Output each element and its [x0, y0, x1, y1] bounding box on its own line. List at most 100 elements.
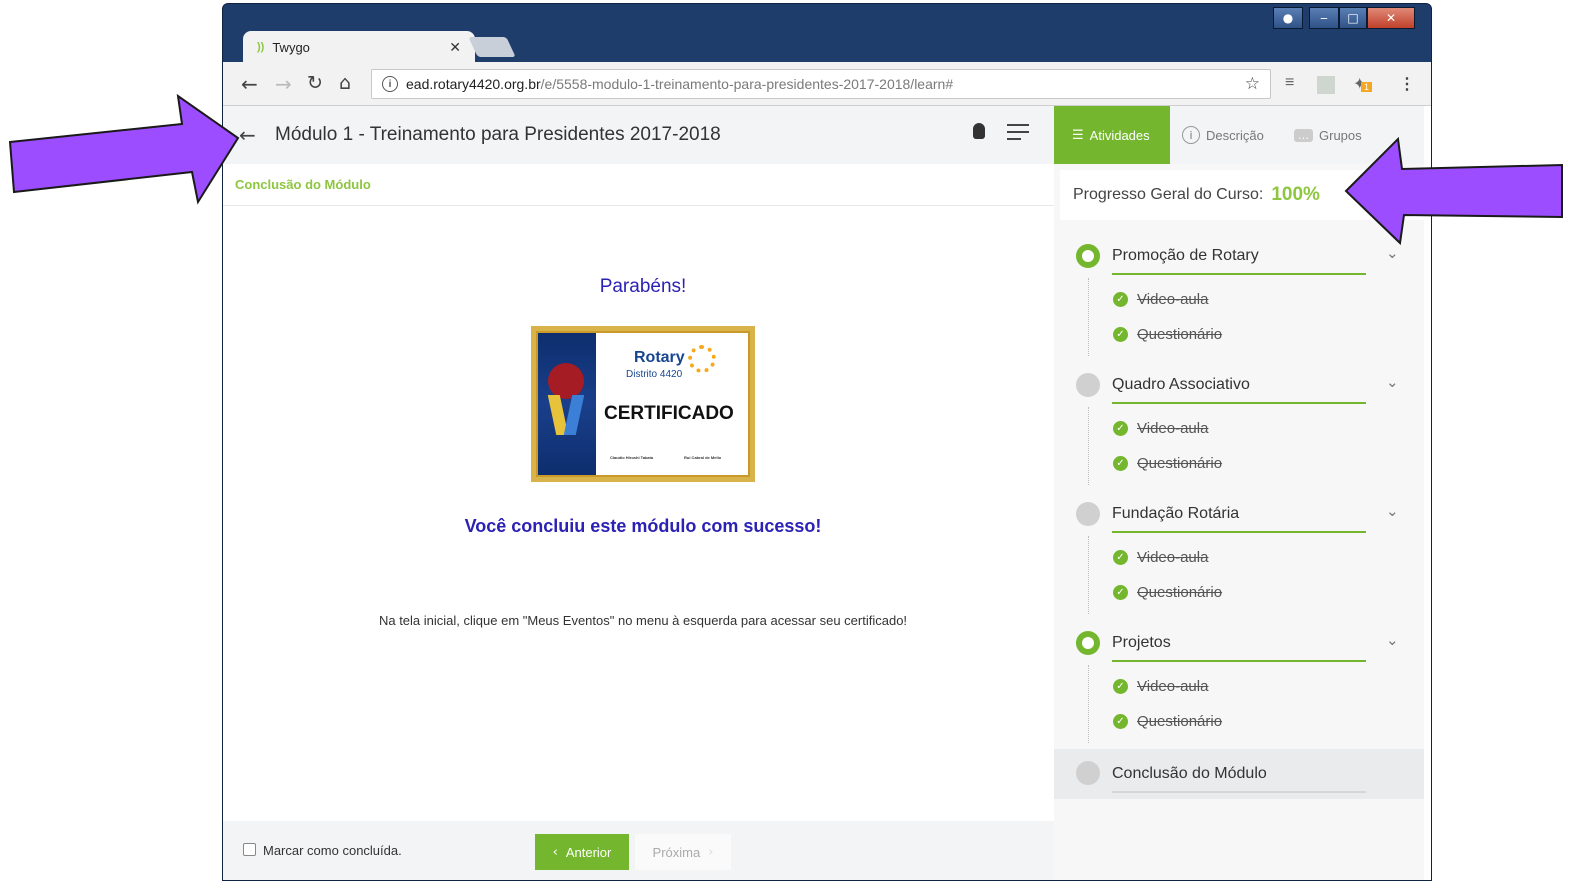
- section-title: Conclusão do Módulo: [1112, 765, 1267, 782]
- extension-db-icon[interactable]: ≡: [1285, 74, 1294, 92]
- check-icon: ✓: [1113, 327, 1128, 342]
- screenshot-stage: ● ‒ □ ✕ )) Twygo ✕ ← → ↻ ⌂ i ead.rotary4…: [0, 0, 1569, 883]
- tab-title: Twygo: [272, 39, 310, 55]
- close-tab-icon[interactable]: ✕: [449, 39, 461, 56]
- next-button[interactable]: Próxima ›: [635, 834, 731, 870]
- chevron-down-icon[interactable]: ⌄: [1386, 631, 1399, 649]
- next-label: Próxima: [652, 844, 701, 860]
- section-divider: [1112, 660, 1366, 662]
- browser-menu-icon[interactable]: ⋮: [1399, 74, 1415, 94]
- page-content: ← Módulo 1 - Treinamento para Presidente…: [223, 106, 1431, 880]
- previous-button[interactable]: ‹ Anterior: [535, 834, 629, 870]
- tab-descricao[interactable]: i Descrição: [1182, 106, 1264, 164]
- playlist-menu-icon[interactable]: [1007, 124, 1029, 145]
- list-item[interactable]: ✓ Questionário: [1089, 575, 1424, 610]
- breadcrumb: Conclusão do Módulo: [223, 164, 1054, 206]
- forward-arrow-icon[interactable]: →: [275, 72, 292, 96]
- sidebar-item-conclusao[interactable]: Conclusão do Módulo: [1054, 749, 1424, 799]
- tab-favicon-icon: )): [257, 41, 265, 53]
- browser-tab[interactable]: )) Twygo ✕: [243, 31, 475, 63]
- extension-box-icon[interactable]: [1317, 76, 1335, 94]
- progress-label: Progresso Geral do Curso:: [1073, 186, 1264, 203]
- reload-icon[interactable]: ↻: [307, 72, 323, 94]
- sidebar-section[interactable]: Quadro Associativo ⌄ ✓ Video-aula ✓ Questi…: [1054, 367, 1424, 485]
- instruction-note: Na tela inicial, clique em "Meus Eventos…: [378, 613, 908, 628]
- section-divider: [1112, 402, 1366, 404]
- list-item[interactable]: ✓ Video-aula: [1089, 282, 1424, 317]
- section-divider: [1112, 273, 1366, 275]
- progress-value: 100%: [1271, 184, 1320, 205]
- lightbulb-icon[interactable]: [973, 123, 985, 139]
- new-tab-button[interactable]: [468, 37, 516, 57]
- window-user-control[interactable]: ●: [1273, 7, 1303, 31]
- section-title[interactable]: Quadro Associativo: [1112, 376, 1250, 394]
- list-item[interactable]: ✓ Questionário: [1089, 704, 1424, 739]
- list-item[interactable]: ✓ Video-aula: [1089, 669, 1424, 704]
- check-icon: ✓: [1113, 679, 1128, 694]
- section-title[interactable]: Promoção de Rotary: [1112, 247, 1259, 265]
- congrats-heading: Parabéns!: [599, 276, 687, 297]
- module-header: ← Módulo 1 - Treinamento para Presidente…: [223, 106, 1054, 164]
- mark-complete-label[interactable]: Marcar como concluída.: [263, 843, 402, 858]
- section-title[interactable]: Projetos: [1112, 634, 1171, 652]
- check-icon: ✓: [1113, 585, 1128, 600]
- chevron-down-icon[interactable]: ⌄: [1386, 373, 1399, 391]
- section-complete-icon: [1076, 631, 1100, 655]
- success-message: Você concluiu este módulo com sucesso!: [464, 516, 822, 536]
- back-arrow-icon[interactable]: ←: [241, 72, 258, 96]
- list-item[interactable]: ✓ Video-aula: [1089, 411, 1424, 446]
- previous-label: Anterior: [565, 844, 612, 860]
- extension-badge: 1: [1361, 82, 1373, 92]
- mark-complete-checkbox[interactable]: [243, 843, 256, 856]
- list-item[interactable]: ✓ Video-aula: [1089, 540, 1424, 575]
- check-icon: ✓: [1113, 714, 1128, 729]
- browser-window: ● ‒ □ ✕ )) Twygo ✕ ← → ↻ ⌂ i ead.rotary4…: [222, 3, 1432, 881]
- right-arrow-annotation: [1344, 136, 1563, 246]
- chevron-left-icon: ‹: [552, 844, 558, 860]
- section-pending-icon: [1076, 502, 1100, 526]
- section-title[interactable]: Fundação Rotária: [1112, 505, 1239, 523]
- section-pending-icon: [1076, 761, 1100, 785]
- maximize-button[interactable]: □: [1339, 7, 1367, 29]
- bookmark-star-icon[interactable]: ☆: [1245, 74, 1260, 94]
- user-icon[interactable]: ●: [1273, 7, 1303, 29]
- section-divider: [1112, 791, 1366, 793]
- certificate-title: CERTIFICADO: [604, 403, 734, 424]
- chevron-down-icon[interactable]: ⌄: [1386, 502, 1399, 520]
- certificate-signature-1: Claudio Hiroshi Takata: [610, 455, 654, 460]
- section-divider: [1112, 531, 1366, 533]
- sidebar-section[interactable]: Projetos ⌄ ✓ Video-aula ✓ Questionário: [1054, 625, 1424, 743]
- left-arrow-annotation: [8, 94, 240, 205]
- check-icon: ✓: [1113, 292, 1128, 307]
- rotary-wheel-icon: [688, 345, 716, 373]
- tab-descricao-label: Descrição: [1206, 127, 1264, 143]
- list-item[interactable]: ✓ Questionário: [1089, 317, 1424, 352]
- window-controls: ‒ □ ✕: [1309, 7, 1415, 31]
- minimize-button[interactable]: ‒: [1309, 7, 1339, 29]
- title-bar: ● ‒ □ ✕ )) Twygo ✕: [223, 4, 1431, 63]
- home-icon[interactable]: ⌂: [339, 72, 351, 94]
- certificate-image: Rotary Distrito 4420 CERTIFICADO Claudio…: [531, 326, 755, 482]
- site-info-icon[interactable]: i: [382, 76, 398, 92]
- certificate-brand: Rotary: [634, 349, 685, 366]
- close-window-button[interactable]: ✕: [1367, 7, 1415, 29]
- browser-toolbar: ← → ↻ ⌂ i ead.rotary4420.org.br /e/5558-…: [223, 62, 1431, 106]
- tab-atividades[interactable]: ☰ Atividades: [1054, 106, 1170, 164]
- address-bar[interactable]: i ead.rotary4420.org.br /e/5558-modulo-1…: [371, 69, 1271, 99]
- chevron-right-icon: ›: [708, 844, 714, 860]
- sidebar-section[interactable]: Promoção de Rotary ⌄ ✓ Video-aula ✓ Questi…: [1054, 238, 1424, 356]
- info-icon: i: [1182, 126, 1200, 144]
- certificate-band: [538, 333, 596, 475]
- section-complete-icon: [1076, 244, 1100, 268]
- check-icon: ✓: [1113, 421, 1128, 436]
- tab-atividades-label: Atividades: [1089, 127, 1150, 143]
- module-footer: Marcar como concluída. ‹ Anterior Próxim…: [223, 821, 1054, 880]
- sidebar-section[interactable]: Fundação Rotária ⌄ ✓ Video-aula ✓ Question…: [1054, 496, 1424, 614]
- section-pending-icon: [1076, 373, 1100, 397]
- extension-puzzle-icon[interactable]: ✦ 1: [1353, 74, 1373, 94]
- main-panel: ← Módulo 1 - Treinamento para Presidente…: [223, 106, 1054, 880]
- certificate-district: Distrito 4420: [626, 369, 683, 380]
- url-host: ead.rotary4420.org.br: [406, 76, 541, 92]
- list-item[interactable]: ✓ Questionário: [1089, 446, 1424, 481]
- breadcrumb-current: Conclusão do Módulo: [235, 177, 371, 192]
